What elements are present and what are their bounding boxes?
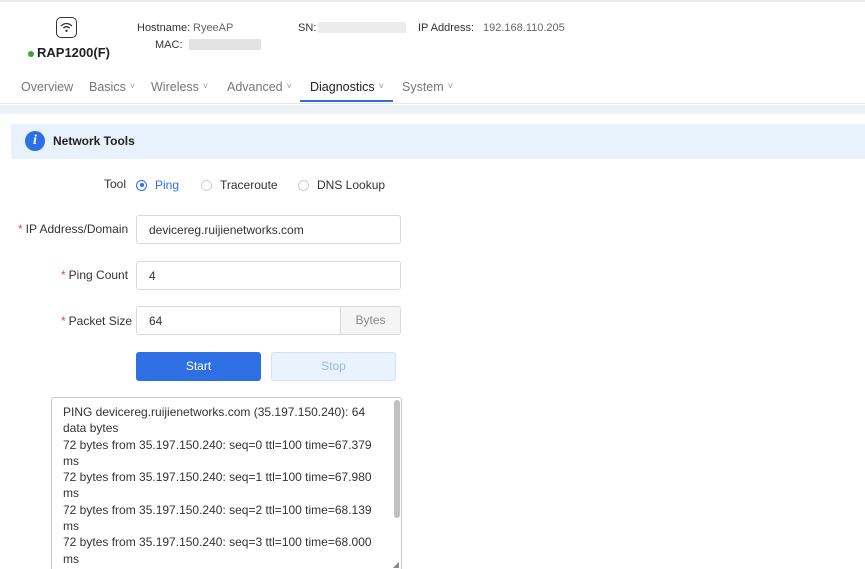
radio-traceroute-label: Traceroute <box>220 178 278 192</box>
nav-diagnostics-label: Diagnostics <box>310 80 375 94</box>
section-header: i Network Tools <box>11 124 865 159</box>
packet-size-label-text: Packet Size <box>68 314 133 328</box>
hostname-value: RyeeAP <box>193 22 234 34</box>
ip-address-label: IP Address: <box>418 22 475 34</box>
nav-wireless-label: Wireless <box>151 80 199 94</box>
nav-overview-label: Overview <box>21 80 74 94</box>
nav-advanced-label: Advanced <box>227 80 283 94</box>
ping-count-label: * Ping Count <box>61 268 128 282</box>
ping-output-text: PING devicereg.ruijienetworks.com (35.19… <box>63 405 372 566</box>
radio-traceroute-circle <box>201 179 212 191</box>
required-mark: * <box>61 314 66 328</box>
ip-domain-label-text: IP Address/Domain <box>25 222 129 236</box>
radio-dns-lookup[interactable]: DNS Lookup <box>298 178 385 192</box>
chevron-down-icon: ˅ <box>378 81 384 91</box>
chevron-down-icon: ˅ <box>202 81 209 91</box>
chevron-down-icon: ˅ <box>447 81 453 91</box>
ping-output-textarea[interactable]: PING devicereg.ruijienetworks.com (35.19… <box>51 397 402 569</box>
hostname-label: Hostname: <box>137 22 191 34</box>
packet-size-label: * Packet Size <box>61 314 132 328</box>
mac-value-redacted <box>189 39 261 50</box>
packet-size-unit: Bytes <box>340 306 401 335</box>
device-model: RAP1200(F) <box>37 45 110 60</box>
section-title: Network Tools <box>53 134 135 148</box>
required-mark: * <box>18 222 23 236</box>
radio-dns-lookup-label: DNS Lookup <box>317 178 386 192</box>
radio-ping-label: Ping <box>155 178 180 192</box>
packet-size-input[interactable] <box>136 306 341 335</box>
start-button[interactable]: Start <box>136 352 261 381</box>
mac-label: MAC: <box>155 39 183 51</box>
required-mark: * <box>61 268 66 282</box>
nav-system[interactable]: System ˅ <box>402 80 453 94</box>
tool-label: Tool <box>104 177 127 191</box>
chevron-down-icon: ˅ <box>286 81 292 91</box>
nav-basics-label: Basics <box>89 80 126 94</box>
resize-grip-icon[interactable]: ◢ <box>393 560 399 569</box>
ip-domain-label: * IP Address/Domain <box>18 222 128 236</box>
main-nav: Overview Basics ˅ Wireless ˅ Advanced ˅ Dia… <box>0 72 865 104</box>
radio-traceroute[interactable]: Traceroute <box>201 178 278 192</box>
wifi-icon <box>56 17 77 38</box>
device-header: RAP1200(F) Hostname: RyeeAP MAC: SN: IP … <box>0 0 865 104</box>
nav-diagnostics[interactable]: Diagnostics ˅ <box>310 80 384 94</box>
radio-ping[interactable]: Ping <box>136 178 179 192</box>
info-icon: i <box>25 131 45 151</box>
active-tab-indicator <box>300 100 393 102</box>
ping-count-input[interactable] <box>136 261 401 290</box>
sn-label: SN: <box>298 22 317 34</box>
online-status-dot <box>28 51 34 57</box>
radio-dns-lookup-circle <box>298 179 309 191</box>
chevron-down-icon: ˅ <box>129 81 136 91</box>
output-scrollbar[interactable] <box>394 400 400 518</box>
header-divider <box>0 0 865 2</box>
nav-wireless[interactable]: Wireless ˅ <box>151 80 208 94</box>
nav-system-label: System <box>402 80 444 94</box>
stop-button[interactable]: Stop <box>271 352 396 381</box>
ip-domain-input[interactable] <box>136 215 401 244</box>
ip-address-value: 192.168.110.205 <box>483 22 565 34</box>
sn-value-redacted <box>318 22 406 33</box>
nav-advanced[interactable]: Advanced ˅ <box>227 80 292 94</box>
ping-count-label-text: Ping Count <box>68 268 129 282</box>
nav-basics[interactable]: Basics ˅ <box>89 80 135 94</box>
content-separator <box>0 105 865 114</box>
nav-overview[interactable]: Overview <box>21 80 73 94</box>
radio-ping-circle <box>136 179 147 191</box>
